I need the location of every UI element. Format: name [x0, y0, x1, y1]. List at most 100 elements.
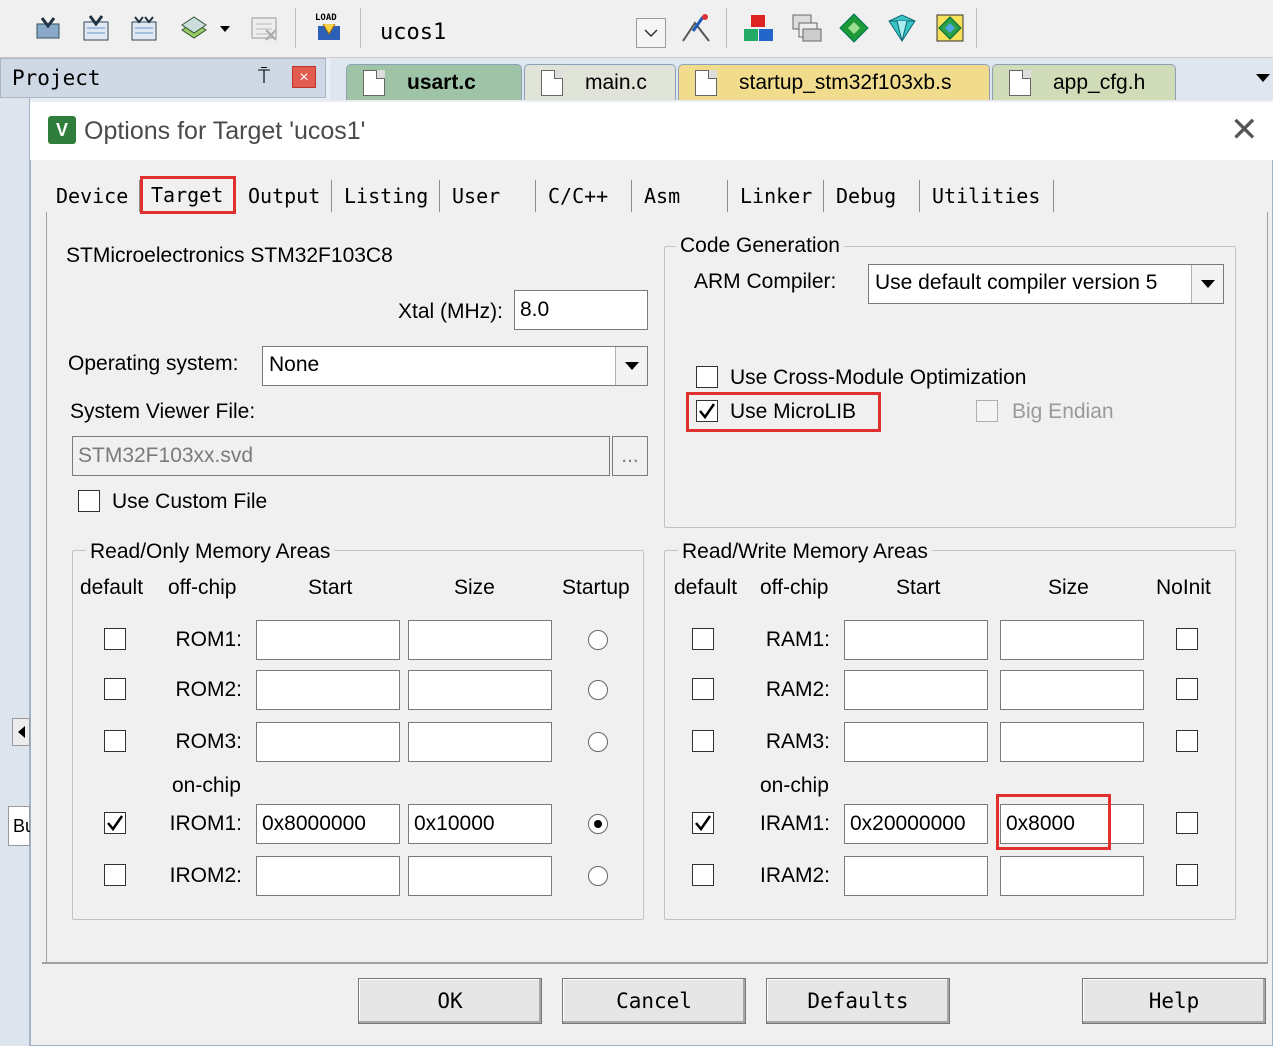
irom1-start-input[interactable]: 0x8000000 — [256, 804, 400, 844]
tab-utilities[interactable]: Utilities — [924, 180, 1054, 212]
books-tab[interactable]: Bu — [8, 806, 35, 846]
tab-device[interactable]: Device — [48, 180, 140, 212]
tab-debug[interactable]: Debug — [828, 180, 920, 212]
rom2-startup-radio[interactable] — [588, 680, 608, 700]
code-generation-title: Code Generation — [676, 234, 844, 258]
chevron-down-icon[interactable] — [615, 347, 647, 385]
ram2-size-input[interactable] — [1000, 670, 1144, 710]
svd-file-input[interactable]: STM32F103xx.svd — [72, 436, 610, 476]
ram1-default-checkbox[interactable] — [692, 628, 714, 650]
ram3-default-checkbox[interactable] — [692, 730, 714, 752]
irom2-label: IROM2: — [169, 864, 242, 887]
scroll-left-icon[interactable] — [12, 718, 30, 746]
rom1-default-checkbox[interactable] — [104, 628, 126, 650]
iram2-noinit-checkbox[interactable] — [1176, 864, 1198, 886]
dialog-title: Options for Target 'ucos1' — [84, 117, 366, 145]
ram3-noinit-checkbox[interactable] — [1176, 730, 1198, 752]
iram1-start-input[interactable]: 0x20000000 — [844, 804, 988, 844]
rom3-size-input[interactable] — [408, 722, 552, 762]
use-custom-file-checkbox[interactable] — [78, 490, 100, 512]
iram2-label: IRAM2: — [759, 864, 830, 887]
chevron-down-icon[interactable] — [1191, 265, 1223, 303]
rom3-startup-radio[interactable] — [588, 732, 608, 752]
iram1-label: IRAM1: — [759, 812, 830, 835]
iram2-start-input[interactable] — [844, 856, 988, 896]
irom2-size-input[interactable] — [408, 856, 552, 896]
tab-linker[interactable]: Linker — [732, 180, 824, 212]
ram3-size-input[interactable] — [1000, 722, 1144, 762]
rom3-start-input[interactable] — [256, 722, 400, 762]
tab-listing[interactable]: Listing — [336, 180, 440, 212]
close-icon[interactable]: × — [292, 66, 316, 88]
ram3-label: RAM3: — [765, 730, 830, 753]
tab-asm[interactable]: Asm — [636, 180, 728, 212]
iram2-default-checkbox[interactable] — [692, 864, 714, 886]
tab-c-cpp[interactable]: C/C++ — [540, 180, 632, 212]
irom2-start-input[interactable] — [256, 856, 400, 896]
ram1-start-input[interactable] — [844, 620, 988, 660]
xtal-input[interactable]: 8.0 — [514, 290, 648, 330]
target-select-value[interactable]: ucos1 — [380, 20, 446, 45]
iram1-noinit-checkbox[interactable] — [1176, 812, 1198, 834]
iram1-default-checkbox[interactable] — [692, 812, 714, 834]
ro-onchip-label: on-chip — [172, 774, 241, 797]
tab-list-dropdown-icon[interactable] — [1256, 74, 1270, 82]
svd-browse-button[interactable]: ... — [612, 436, 648, 476]
help-button[interactable]: Help — [1082, 978, 1266, 1024]
tab-user[interactable]: User — [444, 180, 536, 212]
pack-installer-icon[interactable] — [884, 10, 920, 46]
rom2-size-input[interactable] — [408, 670, 552, 710]
rom3-default-checkbox[interactable] — [104, 730, 126, 752]
chevron-down-icon[interactable] — [220, 26, 230, 32]
irom1-default-checkbox[interactable] — [104, 812, 126, 834]
editor-tab-main[interactable]: main.c — [524, 64, 676, 100]
batch-build-icon[interactable] — [176, 10, 212, 46]
ram1-noinit-checkbox[interactable] — [1176, 628, 1198, 650]
select-packs-icon[interactable] — [836, 10, 872, 46]
file-extensions-icon[interactable] — [788, 10, 824, 46]
rom2-start-input[interactable] — [256, 670, 400, 710]
stop-build-icon[interactable] — [246, 10, 282, 46]
ram1-size-input[interactable] — [1000, 620, 1144, 660]
pin-icon[interactable]: ⍑ — [258, 66, 270, 89]
ram2-default-checkbox[interactable] — [692, 678, 714, 700]
rom1-startup-radio[interactable] — [588, 630, 608, 650]
tab-output[interactable]: Output — [240, 180, 332, 212]
rw-onchip-label: on-chip — [760, 774, 829, 797]
big-endian-checkbox[interactable] — [976, 400, 998, 422]
main-toolbar: LOAD ucos1 — [0, 0, 1273, 58]
irom2-startup-radio[interactable] — [588, 866, 608, 886]
ok-button[interactable]: OK — [358, 978, 542, 1024]
file-icon — [1009, 69, 1031, 96]
cancel-button[interactable]: Cancel — [562, 978, 746, 1024]
editor-tab-usart[interactable]: usart.c — [346, 64, 522, 100]
tab-target[interactable]: Target — [140, 176, 236, 214]
rom1-start-input[interactable] — [256, 620, 400, 660]
ram2-noinit-checkbox[interactable] — [1176, 678, 1198, 700]
dialog-close-icon[interactable]: ✕ — [1230, 112, 1259, 148]
irom1-size-input[interactable]: 0x10000 — [408, 804, 552, 844]
target-options-icon[interactable] — [678, 10, 714, 46]
rom2-default-checkbox[interactable] — [104, 678, 126, 700]
target-select-dropdown[interactable] — [636, 18, 666, 48]
arm-compiler-select[interactable]: Use default compiler version 5 — [868, 264, 1224, 304]
ram2-start-input[interactable] — [844, 670, 988, 710]
rom1-size-input[interactable] — [408, 620, 552, 660]
ro-header-offchip: off-chip — [168, 576, 237, 599]
editor-tab-app-cfg[interactable]: app_cfg.h — [992, 64, 1176, 100]
download-icon[interactable]: LOAD — [312, 10, 348, 46]
defaults-button[interactable]: Defaults — [766, 978, 950, 1024]
rebuild-icon[interactable] — [126, 10, 162, 46]
ram3-start-input[interactable] — [844, 722, 988, 762]
cross-module-checkbox[interactable] — [696, 366, 718, 388]
editor-tab-startup[interactable]: startup_stm32f103xb.s — [678, 64, 990, 100]
manage-components-icon[interactable] — [740, 10, 776, 46]
toolbar-separator — [976, 8, 977, 48]
event-recorder-icon[interactable] — [932, 10, 968, 46]
build-icon[interactable] — [78, 10, 114, 46]
iram2-size-input[interactable] — [1000, 856, 1144, 896]
translate-icon[interactable] — [30, 10, 66, 46]
irom1-startup-radio[interactable] — [588, 814, 608, 834]
os-select[interactable]: None — [262, 346, 648, 386]
irom2-default-checkbox[interactable] — [104, 864, 126, 886]
